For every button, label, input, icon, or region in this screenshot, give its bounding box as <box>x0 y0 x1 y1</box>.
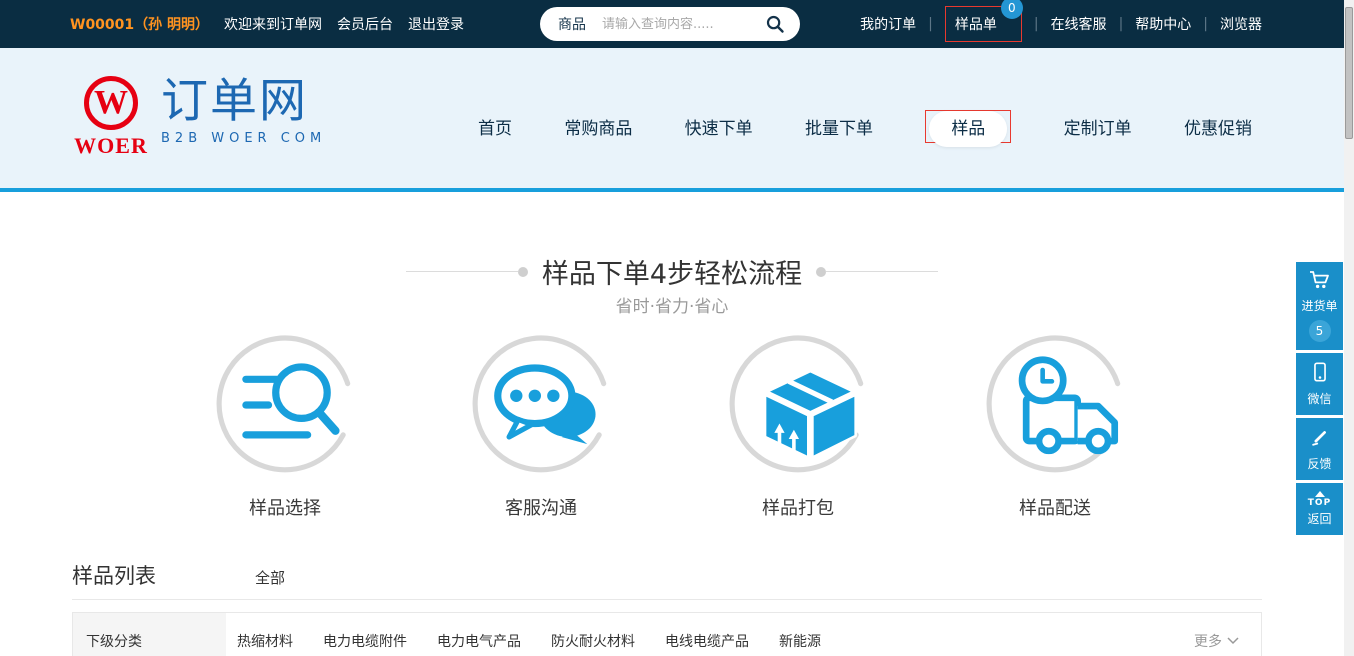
user-id: W00001（孙 明明） <box>70 14 209 34</box>
annotation-box-sample-cart: 样品单 0 <box>945 6 1022 42</box>
main-nav: 首页 常购商品 快速下单 批量下单 样品 定制订单 优惠促销 <box>478 110 1252 143</box>
back-to-top-button[interactable]: TOP 返回 <box>1296 483 1343 535</box>
site-subtitle: B2B WOER COM <box>161 131 326 146</box>
divider <box>72 599 1262 600</box>
category-item[interactable]: 防火耐火材料 <box>551 631 635 651</box>
side-widget: 进货单 5 微信 反馈 TOP 返回 <box>1296 262 1343 535</box>
category-item[interactable]: 电力电气产品 <box>437 631 521 651</box>
search-list-icon <box>215 334 355 474</box>
nav-item-frequent[interactable]: 常购商品 <box>564 114 632 139</box>
nav-item-custom-order[interactable]: 定制订单 <box>1064 114 1132 139</box>
process-subtitle: 省时·省力·省心 <box>0 292 1344 317</box>
step-label: 样品选择 <box>215 494 355 520</box>
logo-w-icon: W <box>84 76 138 130</box>
logo-brand-text: WOER <box>74 133 148 159</box>
site-header: W WOER 订单网 B2B WOER COM 首页 常购商品 快速下单 批量下… <box>0 48 1354 192</box>
scrollbar-thumb[interactable] <box>1345 7 1353 139</box>
separator: | <box>1034 16 1039 32</box>
topbar-left: W00001（孙 明明） 欢迎来到订单网 会员后台 退出登录 <box>70 0 464 48</box>
search-icon[interactable] <box>764 13 786 35</box>
nav-item-sample-active[interactable]: 样品 <box>929 111 1007 147</box>
topbar-right: 我的订单 | 样品单 0 | 在线客服 | 帮助中心 | 浏览器 <box>860 0 1262 48</box>
purchase-cart-badge: 5 <box>1309 320 1331 342</box>
purchase-cart-label: 进货单 <box>1296 297 1343 314</box>
sample-list-header: 样品列表 全部 <box>72 560 285 590</box>
nav-item-quick-order[interactable]: 快速下单 <box>685 114 753 139</box>
category-filter-label: 下级分类 <box>73 613 226 656</box>
delivery-truck-icon <box>985 334 1125 474</box>
category-item[interactable]: 新能源 <box>779 631 821 651</box>
top-text: TOP <box>1296 498 1343 508</box>
process-title: 样品下单4步轻松流程 <box>542 252 802 291</box>
sample-cart-badge: 0 <box>1001 0 1023 19</box>
step-label: 客服沟通 <box>471 494 611 520</box>
member-center-link[interactable]: 会员后台 <box>337 14 393 34</box>
scrollbar-track[interactable] <box>1344 0 1354 656</box>
online-service-link[interactable]: 在线客服 <box>1051 14 1107 34</box>
logo-text: 订单网 B2B WOER COM <box>161 76 326 146</box>
chat-bubbles-icon <box>471 334 611 474</box>
feedback-button[interactable]: 反馈 <box>1296 418 1343 480</box>
pencil-icon <box>1309 425 1331 449</box>
step-sample-select[interactable]: 样品选择 <box>215 334 355 520</box>
logo[interactable]: W WOER 订单网 B2B WOER COM <box>75 76 326 159</box>
category-item[interactable]: 电线电缆产品 <box>665 631 749 651</box>
nav-item-home[interactable]: 首页 <box>478 114 512 139</box>
more-label: 更多 <box>1194 631 1222 651</box>
category-item[interactable]: 电力电缆附件 <box>323 631 407 651</box>
separator: | <box>1203 16 1208 32</box>
search-input[interactable] <box>602 17 764 32</box>
sample-cart-link[interactable]: 样品单 <box>955 17 997 33</box>
package-box-icon <box>728 334 868 474</box>
help-center-link[interactable]: 帮助中心 <box>1135 14 1191 34</box>
process-title-row: 样品下单4步轻松流程 <box>0 252 1344 291</box>
logout-link[interactable]: 退出登录 <box>408 14 464 34</box>
top-arrow-icon <box>1315 491 1325 497</box>
separator: | <box>1119 16 1124 32</box>
step-packing[interactable]: 样品打包 <box>728 334 868 520</box>
browser-link[interactable]: 浏览器 <box>1220 14 1262 34</box>
wechat-label: 微信 <box>1296 390 1343 407</box>
back-label: 返回 <box>1296 510 1343 527</box>
nav-item-bulk-order[interactable]: 批量下单 <box>805 114 873 139</box>
wechat-button[interactable]: 微信 <box>1296 353 1343 415</box>
search-box[interactable]: 商品 <box>540 7 800 41</box>
nav-item-promotions[interactable]: 优惠促销 <box>1184 114 1252 139</box>
step-label: 样品打包 <box>728 494 868 520</box>
separator: | <box>928 16 933 32</box>
step-delivery[interactable]: 样品配送 <box>985 334 1125 520</box>
category-list: 热缩材料 电力电缆附件 电力电气产品 防火耐火材料 电线电缆产品 新能源 <box>237 631 821 651</box>
my-orders-link[interactable]: 我的订单 <box>860 14 916 34</box>
step-label: 样品配送 <box>985 494 1125 520</box>
welcome-text: 欢迎来到订单网 <box>224 14 322 34</box>
feedback-label: 反馈 <box>1296 455 1343 472</box>
purchase-cart-button[interactable]: 进货单 5 <box>1296 262 1343 350</box>
topbar: W00001（孙 明明） 欢迎来到订单网 会员后台 退出登录 商品 我的订单 |… <box>0 0 1354 48</box>
title-deco-right <box>816 267 938 277</box>
site-name: 订单网 <box>161 76 326 128</box>
step-customer-service[interactable]: 客服沟通 <box>471 334 611 520</box>
search-category-label[interactable]: 商品 <box>558 14 586 34</box>
chevron-down-icon <box>1227 637 1239 645</box>
more-button[interactable]: 更多 <box>1194 631 1239 651</box>
sample-list-title: 样品列表 <box>72 560 156 590</box>
title-deco-left <box>406 267 528 277</box>
tab-all[interactable]: 全部 <box>255 567 285 588</box>
annotation-box-sample-nav: 样品 <box>925 110 1011 143</box>
category-item[interactable]: 热缩材料 <box>237 631 293 651</box>
phone-icon <box>1309 360 1331 384</box>
cart-icon <box>1308 269 1332 291</box>
category-filter-row: 下级分类 热缩材料 电力电缆附件 电力电气产品 防火耐火材料 电线电缆产品 新能… <box>72 612 1262 656</box>
logo-mark: W WOER <box>75 76 147 159</box>
